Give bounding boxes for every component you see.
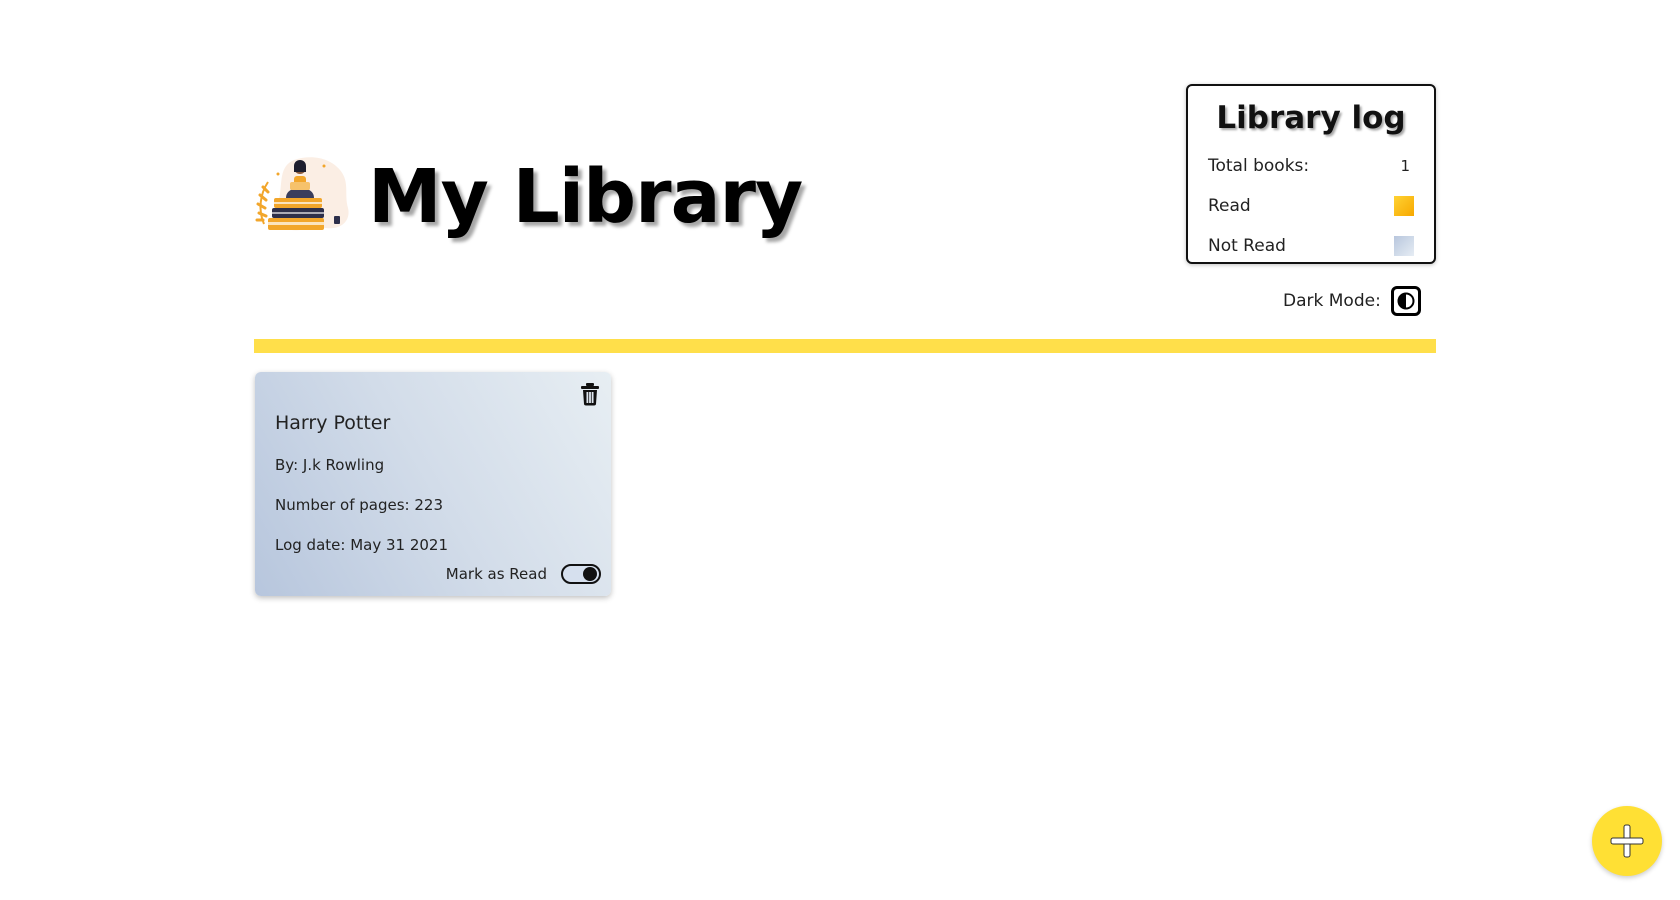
dark-mode-label: Dark Mode: — [1283, 291, 1381, 311]
dark-mode-button[interactable] — [1390, 286, 1421, 316]
not-read-legend-row: Not Read — [1208, 236, 1414, 256]
read-legend-row: Read — [1208, 196, 1414, 216]
book-pages: Number of pages: 223 — [275, 496, 443, 514]
library-page: My Library Library log Total books: 1 Re… — [0, 0, 1680, 900]
plus-icon — [1610, 824, 1644, 858]
toggle-knob — [583, 567, 597, 581]
trash-icon[interactable] — [579, 382, 601, 406]
header-divider — [254, 339, 1436, 353]
not-read-color-swatch — [1394, 236, 1414, 256]
library-log-panel: Library log Total books: 1 Read Not Read — [1186, 84, 1436, 264]
book-card: Harry Potter By: J.k Rowling Number of p… — [255, 372, 611, 596]
read-color-swatch — [1394, 196, 1414, 216]
add-book-button[interactable] — [1592, 806, 1662, 876]
dark-mode-control: Dark Mode: — [1283, 286, 1421, 316]
book-author: By: J.k Rowling — [275, 456, 385, 474]
book-log-date: Log date: May 31 2021 — [275, 536, 449, 554]
mark-as-read-label: Mark as Read — [445, 565, 547, 583]
total-books-label: Total books: — [1208, 156, 1310, 176]
brand-header: My Library — [254, 154, 803, 240]
read-legend-label: Read — [1208, 196, 1251, 216]
reading-girl-books-icon — [255, 157, 349, 231]
mark-as-read-toggle[interactable] — [561, 564, 601, 584]
total-books-row: Total books: 1 — [1208, 156, 1414, 176]
not-read-legend-label: Not Read — [1208, 236, 1286, 256]
book-title: Harry Potter — [275, 412, 391, 434]
contrast-icon — [1397, 292, 1415, 310]
page-title: My Library — [368, 154, 803, 240]
library-log-title: Library log — [1216, 100, 1406, 136]
mark-as-read-row: Mark as Read — [446, 564, 601, 584]
total-books-count: 1 — [1400, 157, 1410, 175]
